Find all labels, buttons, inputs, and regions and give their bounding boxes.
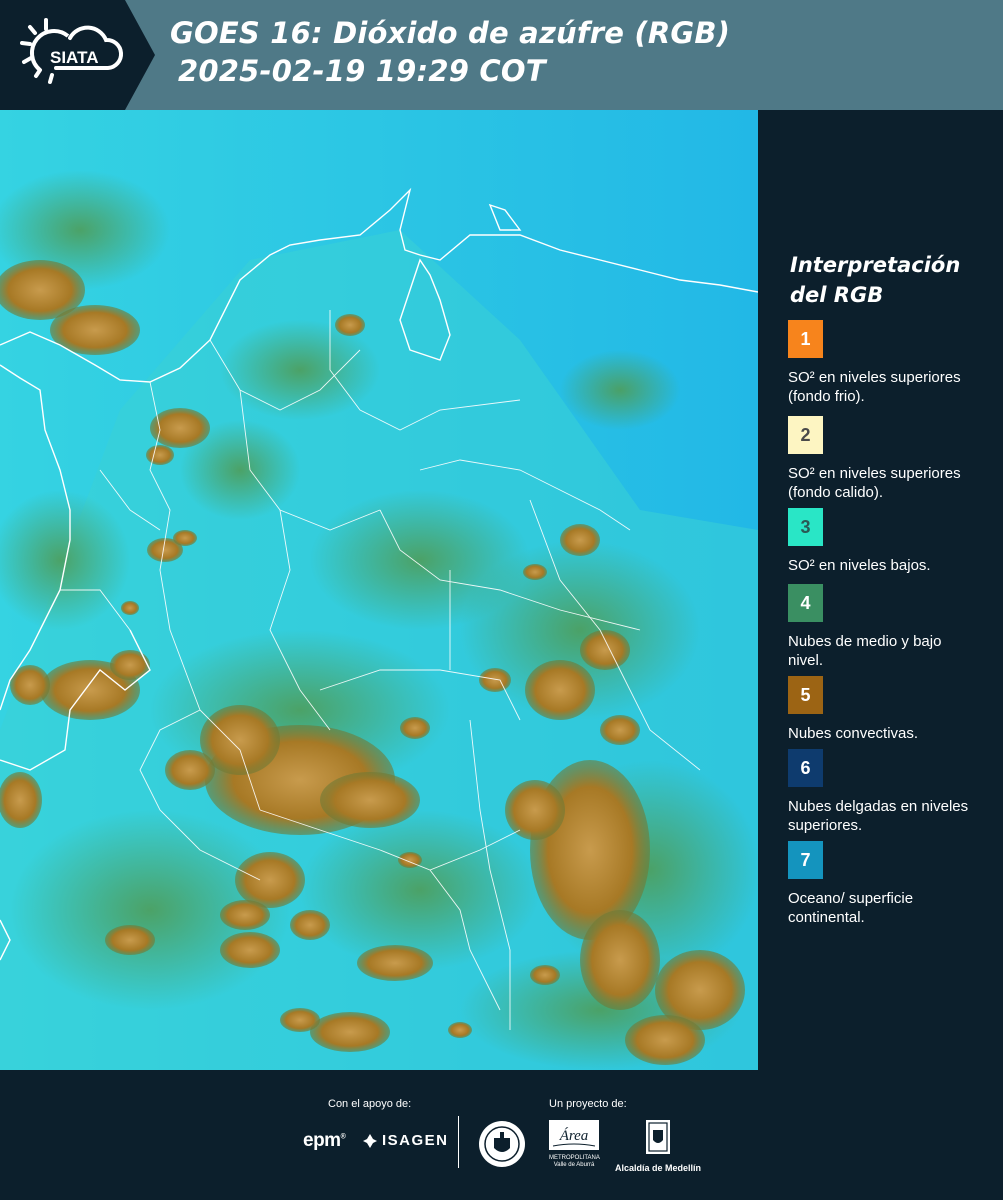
legend-label-3: SO² en niveles bajos. bbox=[788, 557, 931, 574]
medellin-seal-icon bbox=[478, 1120, 526, 1173]
footer-divider bbox=[458, 1116, 459, 1168]
legend-title-line2: del RGB bbox=[790, 283, 884, 307]
legend-item-7: 7 Oceano/ superficie continental. bbox=[788, 841, 998, 927]
legend-item-5: 5 Nubes convectivas. bbox=[788, 676, 998, 743]
legend-label-6: Nubes delgadas en niveles superiores. bbox=[788, 798, 969, 834]
rgb-legend: Interpretación del RGB 1 SO² en niveles … bbox=[770, 110, 1003, 1070]
legend-label-5: Nubes convectivas. bbox=[788, 725, 919, 742]
support-label: Con el apoyo de: bbox=[328, 1098, 412, 1110]
header-bar: SIATA GOES 16: Dióxido de azúfre (RGB) 2… bbox=[0, 0, 1003, 110]
alcaldia-text: Alcaldía de Medellín bbox=[614, 1163, 702, 1173]
isagen-logo: ISAGEN bbox=[362, 1132, 449, 1149]
epm-logo: epm® bbox=[303, 1130, 346, 1151]
amva-logo-text: Área bbox=[559, 1127, 589, 1144]
legend-item-1: 1 SO² en niveles superiores (fondo frio)… bbox=[788, 320, 998, 406]
title-line-datetime: 2025-02-19 19:29 COT bbox=[178, 54, 546, 88]
satellite-map bbox=[0, 110, 758, 1070]
legend-swatch-6: 6 bbox=[788, 749, 823, 787]
epm-logo-text: epm bbox=[303, 1130, 341, 1151]
legend-swatch-7: 7 bbox=[788, 841, 823, 879]
legend-swatch-3: 3 bbox=[788, 508, 823, 546]
legend-swatch-1: 1 bbox=[788, 320, 823, 358]
amva-line2: METROPOLITANA bbox=[549, 1155, 600, 1161]
legend-swatch-4: 4 bbox=[788, 584, 823, 622]
isagen-logo-text: ISAGEN bbox=[382, 1132, 449, 1149]
legend-label-4: Nubes de medio y bajo nivel. bbox=[788, 633, 942, 669]
page-title: GOES 16: Dióxido de azúfre (RGB) 2025-02… bbox=[170, 14, 730, 90]
legend-label-1: SO² en niveles superiores (fondo frio). bbox=[788, 369, 961, 405]
legend-title-line1: Interpretación bbox=[790, 253, 961, 277]
legend-item-6: 6 Nubes delgadas en niveles superiores. bbox=[788, 749, 998, 835]
siata-logo-text: SIATA bbox=[50, 48, 98, 67]
legend-label-7: Oceano/ superficie continental. bbox=[788, 890, 914, 926]
legend-item-4: 4 Nubes de medio y bajo nivel. bbox=[788, 584, 998, 670]
legend-item-3: 3 SO² en niveles bajos. bbox=[788, 508, 998, 575]
alcaldia-logo: Alcaldía de Medellín bbox=[612, 1118, 704, 1173]
title-line-product: GOES 16: Dióxido de azúfre (RGB) bbox=[170, 16, 731, 50]
siata-logo: SIATA bbox=[0, 0, 155, 110]
footer: Con el apoyo de: Un proyecto de: epm® IS… bbox=[0, 1070, 1003, 1200]
legend-item-2: 2 SO² en niveles superiores (fondo calid… bbox=[788, 416, 998, 502]
legend-swatch-5: 5 bbox=[788, 676, 823, 714]
legend-swatch-2: 2 bbox=[788, 416, 823, 454]
legend-title: Interpretación del RGB bbox=[790, 250, 960, 310]
area-metropolitana-logo: Área METROPOLITANA Valle de Aburrá bbox=[549, 1120, 600, 1169]
isagen-mark-icon bbox=[363, 1133, 377, 1148]
legend-label-2: SO² en niveles superiores (fondo calido)… bbox=[788, 465, 961, 501]
project-label: Un proyecto de: bbox=[549, 1098, 627, 1110]
alcaldia-shield-icon bbox=[646, 1120, 670, 1154]
amva-line3: Valle de Aburrá bbox=[553, 1162, 595, 1168]
